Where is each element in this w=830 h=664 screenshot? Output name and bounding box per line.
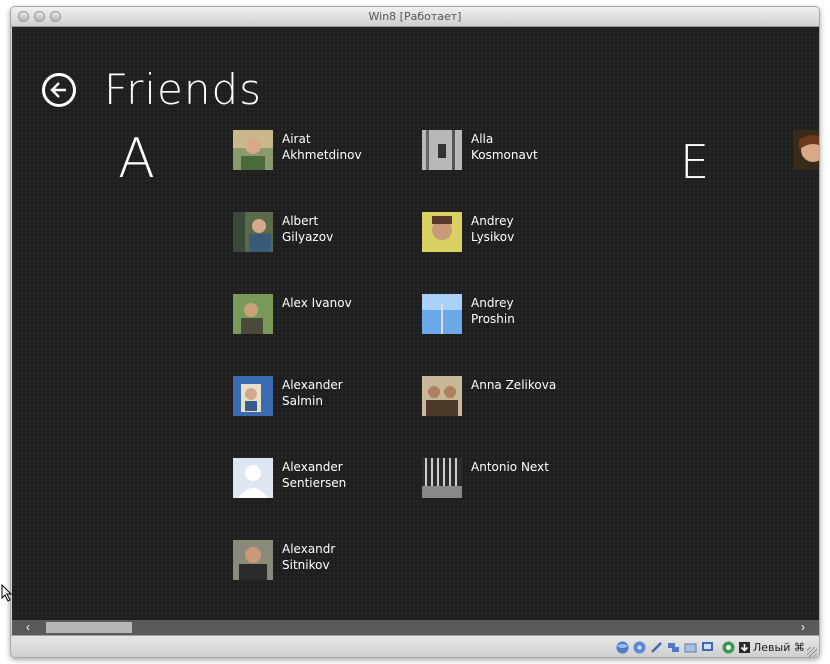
window-title: Win8 [Работает] bbox=[368, 10, 462, 23]
friend-tile[interactable]: Alexander Salmin bbox=[233, 376, 413, 420]
friend-name: Alexander Salmin bbox=[282, 378, 343, 408]
avatar bbox=[233, 458, 273, 498]
shared-folder-icon[interactable] bbox=[684, 641, 697, 654]
back-button[interactable] bbox=[42, 73, 76, 107]
host-key-label: Левый ⌘ bbox=[753, 641, 805, 654]
friend-tile[interactable] bbox=[793, 130, 819, 174]
scrollbar-thumb[interactable] bbox=[46, 622, 132, 633]
avatar bbox=[422, 458, 462, 498]
resize-grip[interactable] bbox=[807, 647, 817, 657]
friend-tile[interactable]: Albert Gilyazov bbox=[233, 212, 413, 256]
optical-drive-icon[interactable] bbox=[633, 641, 646, 654]
avatar bbox=[422, 376, 462, 416]
friend-name: Alexander Sentiersen bbox=[282, 460, 347, 490]
back-arrow-icon bbox=[50, 82, 66, 98]
friend-name: Antonio Next bbox=[471, 460, 549, 474]
friend-tile[interactable]: Andrey Lysikov bbox=[422, 212, 602, 256]
friend-name: Albert Gilyazov bbox=[282, 214, 334, 244]
friend-tile[interactable]: Alexandr Sitnikov bbox=[233, 540, 413, 584]
friend-name: Alexandr Sitnikov bbox=[282, 542, 336, 572]
friend-tile[interactable]: Alexander Sentiersen bbox=[233, 458, 413, 502]
mouse-cursor-icon bbox=[1, 584, 13, 602]
avatar bbox=[422, 130, 462, 170]
avatar bbox=[422, 294, 462, 334]
friend-tile[interactable]: Andrey Proshin bbox=[422, 294, 602, 338]
horizontal-scrollbar[interactable]: ‹ › bbox=[12, 620, 819, 635]
friend-tile[interactable]: Anna Zelikova bbox=[422, 376, 602, 420]
vm-window: Win8 [Работает] Friends A E Airat Akhmet… bbox=[10, 6, 820, 658]
friend-name: Airat Akhmetdinov bbox=[282, 132, 362, 162]
friend-name: Alla Kosmonavt bbox=[471, 132, 538, 162]
virtualization-icon[interactable] bbox=[722, 641, 735, 654]
usb-icon[interactable] bbox=[650, 641, 663, 654]
page-title: Friends bbox=[104, 65, 263, 114]
window-titlebar[interactable]: Win8 [Работает] bbox=[11, 7, 819, 27]
friend-name: Alex Ivanov bbox=[282, 296, 352, 310]
friend-name: Andrey Proshin bbox=[471, 296, 515, 326]
scroll-right-icon[interactable]: › bbox=[795, 620, 811, 635]
avatar bbox=[233, 376, 273, 416]
vm-statusbar: Левый ⌘ bbox=[11, 635, 819, 657]
keyboard-capture-icon[interactable] bbox=[738, 641, 751, 654]
network-icon[interactable] bbox=[667, 641, 680, 654]
avatar bbox=[233, 540, 273, 580]
scroll-left-icon[interactable]: ‹ bbox=[20, 620, 36, 635]
avatar bbox=[233, 130, 273, 170]
friend-name: Andrey Lysikov bbox=[471, 214, 515, 244]
avatar bbox=[233, 212, 273, 252]
display-icon[interactable] bbox=[701, 641, 714, 654]
hard-disk-icon[interactable] bbox=[616, 641, 629, 654]
friend-tile[interactable]: Airat Akhmetdinov bbox=[233, 130, 413, 174]
group-header-e[interactable]: E bbox=[680, 135, 709, 189]
avatar bbox=[793, 130, 819, 170]
friend-tile[interactable]: Alla Kosmonavt bbox=[422, 130, 602, 174]
friend-tile[interactable]: Antonio Next bbox=[422, 458, 602, 502]
avatar bbox=[233, 294, 273, 334]
guest-screen: Friends A E Airat Akhmetdinov Albert Gil… bbox=[12, 27, 819, 620]
group-header-a[interactable]: A bbox=[118, 127, 155, 190]
friend-tile[interactable]: Alex Ivanov bbox=[233, 294, 413, 338]
avatar bbox=[422, 212, 462, 252]
friend-name: Anna Zelikova bbox=[471, 378, 557, 392]
